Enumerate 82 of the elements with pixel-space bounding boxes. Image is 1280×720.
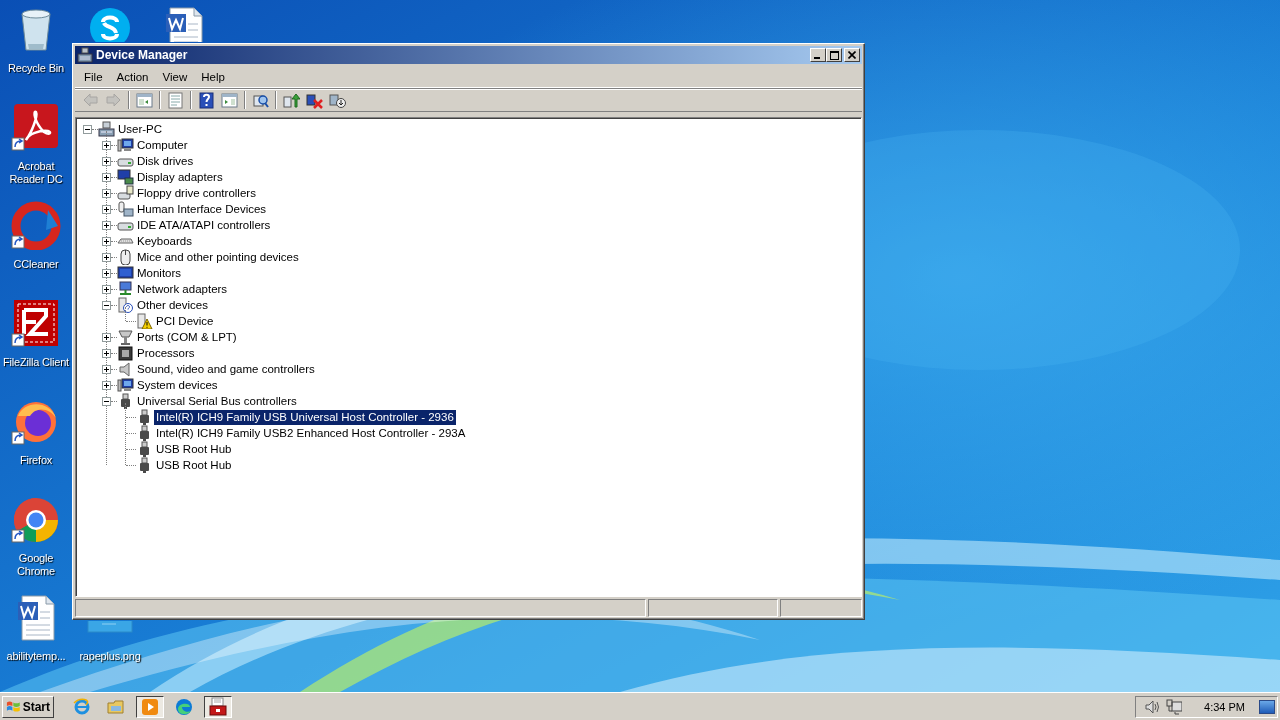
monitor-icon [117,265,134,281]
tree-item[interactable]: User-PC [116,121,165,137]
menu-item[interactable]: File [77,68,110,85]
tree-item[interactable]: System devices [135,377,220,393]
device-manager-icon [77,47,93,63]
expand-toggle[interactable] [102,380,111,390]
tree-item[interactable]: Sound, video and game controllers [135,361,317,377]
tree-item[interactable]: IDE ATA/ATAPI controllers [135,217,273,233]
update-driver-icon[interactable] [283,91,300,109]
disable-device-icon[interactable] [329,91,346,109]
show-desktop-button[interactable] [1259,699,1275,714]
icon-label[interactable]: Acrobat Reader DC [0,160,72,186]
tree-item[interactable]: Intel(R) ICH9 Family USB2 Enhanced Host Controller - 293A [154,425,468,441]
cleaner-app-icon[interactable] [10,200,62,250]
port-icon [117,329,134,345]
processor-icon [117,345,134,361]
expand-toggle[interactable] [102,188,111,198]
browser-icon[interactable] [174,696,194,717]
collapse-toggle[interactable] [102,300,111,310]
maximize-icon [829,50,839,60]
toolbox-icon[interactable] [208,696,228,717]
expand-toggle[interactable] [102,348,111,358]
tree-item[interactable]: Mice and other pointing devices [135,249,301,265]
icon-label[interactable]: abilitytemp... [0,650,72,663]
expand-toggle[interactable] [102,172,111,182]
tree-item[interactable]: Disk drives [135,153,196,169]
tree-item[interactable]: Network adapters [135,281,230,297]
expand-toggle[interactable] [102,156,111,166]
tree-item[interactable]: Processors [135,345,197,361]
expand-toggle[interactable] [102,236,111,246]
maximize-button[interactable] [826,48,842,62]
tree-item[interactable]: Monitors [135,265,184,281]
input-device-icon [117,201,134,217]
collapse-toggle[interactable] [102,396,111,406]
unknown-device-icon [117,297,134,313]
icon-label[interactable]: CCleaner [0,258,72,271]
tree-item[interactable]: Universal Serial Bus controllers [135,393,299,409]
start-button[interactable]: Start [2,695,54,718]
tree-item[interactable]: Computer [135,137,190,153]
collapse-toggle[interactable] [83,124,92,134]
speaker-icon[interactable] [1144,698,1161,715]
tree-item[interactable]: Ports (COM & LPT) [135,329,239,345]
expand-toggle[interactable] [102,252,111,262]
expand-toggle[interactable] [102,332,111,342]
clock[interactable]: 4:34 PM [1204,700,1245,713]
tree-item[interactable]: Display adapters [135,169,225,185]
icon-label[interactable]: Recycle Bin [0,62,72,75]
menu-item[interactable]: Action [109,68,156,85]
window-title: Device Manager [96,48,189,62]
drive-controller-icon [117,185,134,201]
expand-toggle[interactable] [102,204,111,214]
close-button[interactable] [844,48,860,62]
warning-device-icon [136,313,153,329]
computer-icon [98,121,115,137]
tree-item[interactable]: Floppy drive controllers [135,185,258,201]
tree-item[interactable]: Intel(R) ICH9 Family USB Universal Host Controller - 2936 [154,409,456,425]
uninstall-icon[interactable] [306,91,323,109]
tree-item[interactable]: Human Interface Devices [135,201,269,217]
tree-item[interactable]: USB Root Hub [154,441,234,457]
menu-item[interactable]: View [155,68,195,85]
help-icon[interactable] [198,91,215,109]
tree-item[interactable]: PCI Device [154,313,216,329]
expand-toggle[interactable] [102,220,111,230]
windows-logo-icon [6,699,21,714]
expand-toggle[interactable] [102,268,111,278]
expand-toggle[interactable] [102,140,111,150]
icon-label[interactable]: FileZilla Client [0,356,72,369]
icon-label[interactable]: Google Chrome [0,552,72,578]
tree-item[interactable]: USB Root Hub [154,457,234,473]
mouse-icon [117,249,134,265]
menu-item[interactable]: Help [194,68,232,85]
network-icon [117,281,134,297]
expand-toggle[interactable] [102,284,111,294]
tree-item[interactable]: Other devices [135,297,210,313]
expand-toggle[interactable] [102,364,111,374]
media-player-icon[interactable] [140,696,160,717]
network-icon[interactable] [1166,698,1183,715]
icon-label[interactable]: Firefox [0,454,72,467]
close-icon [848,51,856,59]
tree-item[interactable]: Keyboards [135,233,194,249]
display-adapter-icon [117,169,134,185]
minimize-button[interactable] [810,48,826,62]
